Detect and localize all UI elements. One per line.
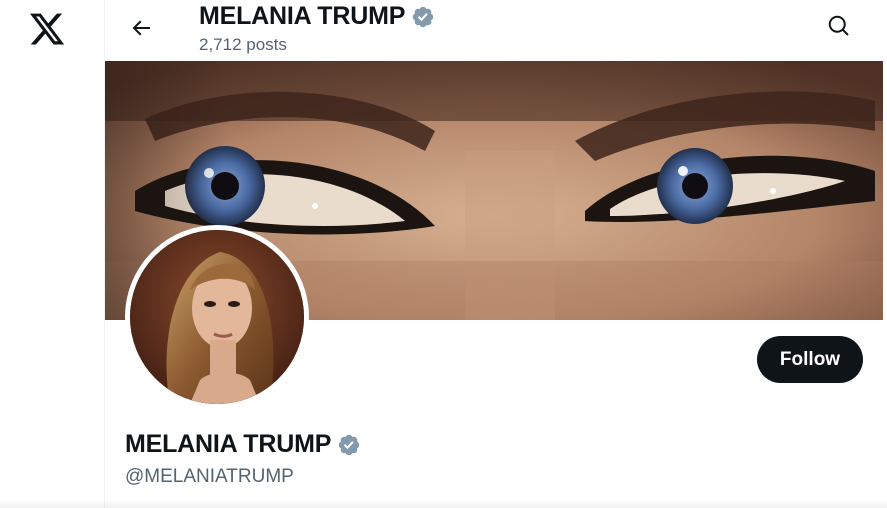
profile-info-section: Follow MELANIA TRUMP @MELANIATRUMP <box>105 225 883 508</box>
profile-display-name: MELANIA TRUMP <box>125 430 332 458</box>
back-button[interactable] <box>123 10 159 46</box>
follow-button[interactable]: Follow <box>757 336 863 383</box>
verified-badge-icon <box>338 434 360 455</box>
header-title: MELANIA TRUMP <box>199 2 406 30</box>
x-logo-icon[interactable] <box>28 10 66 48</box>
main-column: MELANIA TRUMP 2,712 posts Follow MELANIA… <box>105 0 883 508</box>
search-button[interactable] <box>821 8 857 44</box>
avatar[interactable] <box>125 225 309 409</box>
left-nav-rail <box>0 0 105 508</box>
header-name-row: MELANIA TRUMP <box>199 2 435 31</box>
arrow-left-icon <box>132 20 150 36</box>
verified-badge-icon <box>412 6 434 27</box>
search-icon <box>828 15 849 36</box>
bottom-fade <box>0 500 887 508</box>
profile-handle: @MELANIATRUMP <box>125 466 294 487</box>
profile-header-bar: MELANIA TRUMP 2,712 posts <box>105 0 883 61</box>
profile-name-row: MELANIA TRUMP <box>125 430 361 459</box>
posts-count: 2,712 posts <box>199 35 287 54</box>
